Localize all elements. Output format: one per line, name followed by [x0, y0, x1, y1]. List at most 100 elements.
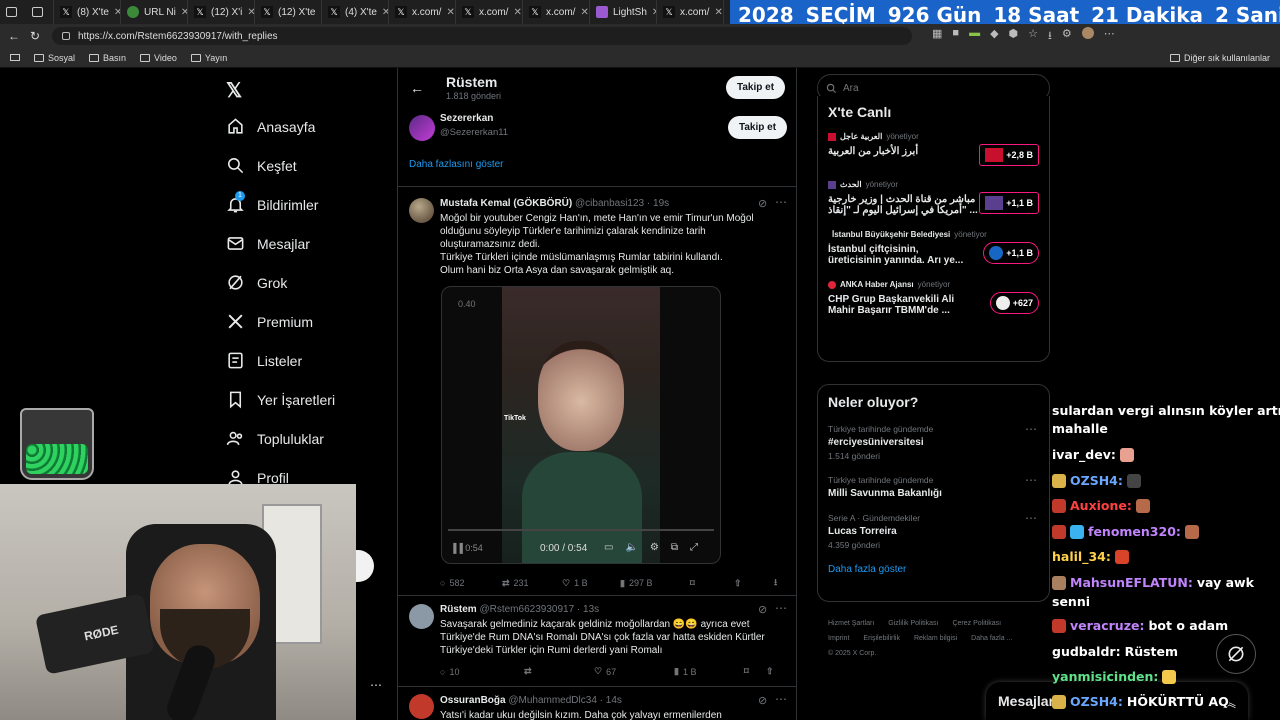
extensions-puzzle-icon[interactable]: ⚙	[1062, 27, 1072, 46]
menu-icon[interactable]: ⋯	[1104, 27, 1115, 46]
browser-tab[interactable]: LightSh✕	[590, 0, 657, 24]
tab-overview-icon[interactable]	[32, 7, 43, 17]
download-icon[interactable]: ⭳	[1048, 27, 1052, 46]
address-bar[interactable]: https://x.com/Rstem6623930917/with_repli…	[52, 27, 912, 45]
grok-icon[interactable]: ⊘	[758, 197, 767, 210]
extension-icon[interactable]: ■	[952, 27, 959, 46]
like-button[interactable]: ♡ 67	[594, 666, 674, 677]
show-more-link[interactable]: Daha fazlasını göster	[409, 159, 504, 170]
trend-item[interactable]: Serie A · Gündemdekiler Lucas Torreira 4…	[828, 511, 1039, 550]
reader-icon[interactable]	[10, 54, 20, 61]
show-more-trends-link[interactable]: Daha fazla göster	[828, 564, 1039, 575]
share-button[interactable]: ⇧	[734, 578, 774, 589]
listener-badge[interactable]: +2,8 B	[979, 144, 1039, 166]
tweet-author-name[interactable]: Mustafa Kemal (GÖKBÖRÜ)	[440, 198, 572, 209]
more-icon[interactable]: ⋯	[775, 601, 787, 615]
x-logo-icon[interactable]: 𝕏	[226, 78, 242, 103]
window-menu-icon[interactable]	[6, 7, 17, 17]
close-tab-icon[interactable]: ✕	[714, 7, 722, 18]
avatar[interactable]	[409, 198, 434, 223]
bookmark-folder-sosyal[interactable]: Sosyal	[34, 53, 75, 63]
browser-tab[interactable]: 𝕏 (4) X'te ✕	[322, 0, 389, 24]
listener-badge[interactable]: +627	[989, 292, 1039, 314]
nav-messages[interactable]: Mesajlar	[226, 234, 310, 253]
volume-icon[interactable]: 🔈	[625, 542, 637, 553]
browser-tab[interactable]: URL Ni ✕	[121, 0, 188, 24]
follow-suggested-button[interactable]: Takip et	[728, 116, 788, 139]
browser-tab[interactable]: 𝕏x.com/ ✕	[389, 0, 456, 24]
tweet-author-name[interactable]: Rüstem	[440, 604, 477, 615]
bookmark-folder-yayin[interactable]: Yayın	[190, 53, 227, 63]
nav-premium[interactable]: Premium	[226, 312, 313, 331]
nav-grok[interactable]: Grok	[226, 273, 287, 292]
window-controls[interactable]	[0, 0, 54, 24]
nav-notifications[interactable]: 1 Bildirimler	[226, 191, 318, 214]
search-input[interactable]	[843, 82, 1033, 94]
grok-floating-button[interactable]	[1216, 634, 1256, 674]
avatar[interactable]	[409, 694, 434, 719]
refresh-icon[interactable]: ↻	[30, 29, 40, 43]
nav-communities[interactable]: Topluluklar	[226, 429, 324, 448]
browser-tab[interactable]: 𝕏x.com/ ✕	[523, 0, 590, 24]
footer-link[interactable]: Çerez Politikası	[952, 616, 1001, 631]
video-progress[interactable]	[448, 529, 714, 531]
grok-icon[interactable]: ⊘	[758, 694, 767, 707]
more-icon[interactable]: ⋯	[1025, 422, 1037, 436]
footer-link[interactable]: Reklam bilgisi	[914, 631, 957, 646]
suggested-user-name[interactable]: Sezererkan	[440, 113, 493, 124]
more-icon[interactable]: ⋯	[775, 692, 787, 706]
grok-icon[interactable]: ⊘	[758, 603, 767, 616]
nav-lists[interactable]: Listeler	[226, 351, 302, 370]
fullscreen-icon[interactable]: ⤢	[690, 542, 698, 553]
like-button[interactable]: ♡ 1 B	[562, 578, 620, 589]
live-item[interactable]: العربية عاجل yönetiyor أبرز الأخبار من ال…	[828, 132, 1039, 166]
nav-explore[interactable]: Keşfet	[226, 156, 297, 175]
other-bookmarks[interactable]: Diğer sık kullanılanlar	[1169, 53, 1270, 63]
lock-icon[interactable]	[62, 32, 70, 40]
footer-link[interactable]: Gizlilik Politikası	[888, 616, 938, 631]
profile-avatar-icon[interactable]	[1081, 26, 1094, 39]
views-button[interactable]: ▮ 1 B	[674, 666, 744, 677]
avatar[interactable]	[409, 604, 434, 629]
close-tab-icon[interactable]: ✕	[247, 7, 254, 18]
footer-link[interactable]: Daha fazla ...	[971, 631, 1012, 646]
captions-icon[interactable]: ▭	[604, 542, 613, 553]
more-icon[interactable]: ⋯	[1025, 511, 1037, 525]
nav-bookmarks[interactable]: Yer İşaretleri	[226, 390, 335, 409]
listener-badge[interactable]: +1,1 B	[983, 242, 1039, 264]
browser-tab[interactable]: 𝕏x.com/ ✕	[456, 0, 523, 24]
close-tab-icon[interactable]: ✕	[580, 7, 588, 18]
tweet-time[interactable]: 19s	[653, 198, 669, 209]
live-item[interactable]: الحدث yönetiyor مباشر من قناة الحدث | وزي…	[828, 180, 1039, 216]
browser-tab[interactable]: 𝕏x.com/ ✕	[657, 0, 724, 24]
tweet-time[interactable]: 14s	[606, 695, 622, 706]
trend-item[interactable]: Türkiye tarihinde gündemde Milli Savunma…	[828, 473, 1039, 499]
bookmark-folder-basin[interactable]: Basın	[89, 53, 126, 63]
close-tab-icon[interactable]: ✕	[382, 7, 388, 18]
browser-tab[interactable]: 𝕏 (12) X'i ✕	[188, 0, 255, 24]
download-button[interactable]: ⭳	[774, 575, 777, 591]
play-icon[interactable]: ▐▐	[450, 543, 463, 553]
views-button[interactable]: ▮ 297 B	[620, 578, 690, 589]
browser-tab[interactable]: 𝕏(12) X'te✕	[255, 0, 322, 24]
retweet-button[interactable]: ⇄	[524, 666, 594, 677]
extension-icon[interactable]: ⬢	[1009, 27, 1019, 46]
settings-icon[interactable]: ⚙	[650, 542, 659, 553]
tweet-time[interactable]: 13s	[583, 604, 599, 615]
extension-icon[interactable]: ◆	[990, 27, 998, 46]
footer-link[interactable]: Imprint	[828, 631, 849, 646]
pip-icon[interactable]: ⧉	[671, 542, 678, 553]
nav-home[interactable]: Anasayfa	[226, 117, 315, 136]
more-icon[interactable]: ⋯	[370, 678, 382, 692]
tweet-author-name[interactable]: OssuranBoğa	[440, 695, 506, 706]
footer-link[interactable]: Erişilebilirlik	[863, 631, 900, 646]
bookmark-button[interactable]: ⌑	[690, 578, 734, 589]
back-arrow-icon[interactable]: ←	[410, 80, 424, 96]
avatar[interactable]	[409, 115, 435, 141]
bookmark-button[interactable]: ⌑	[744, 666, 766, 677]
video-player[interactable]: 0.40 TikTok ▐▐ 0:54 0:00 / 0:54 ▭ 🔈 ⚙ ⧉ …	[441, 286, 721, 564]
more-icon[interactable]: ⋯	[1025, 473, 1037, 487]
extension-icon[interactable]: ▬	[969, 27, 980, 46]
listener-badge[interactable]: +1,1 B	[979, 192, 1039, 214]
bookmark-folder-video[interactable]: Video	[140, 53, 177, 63]
